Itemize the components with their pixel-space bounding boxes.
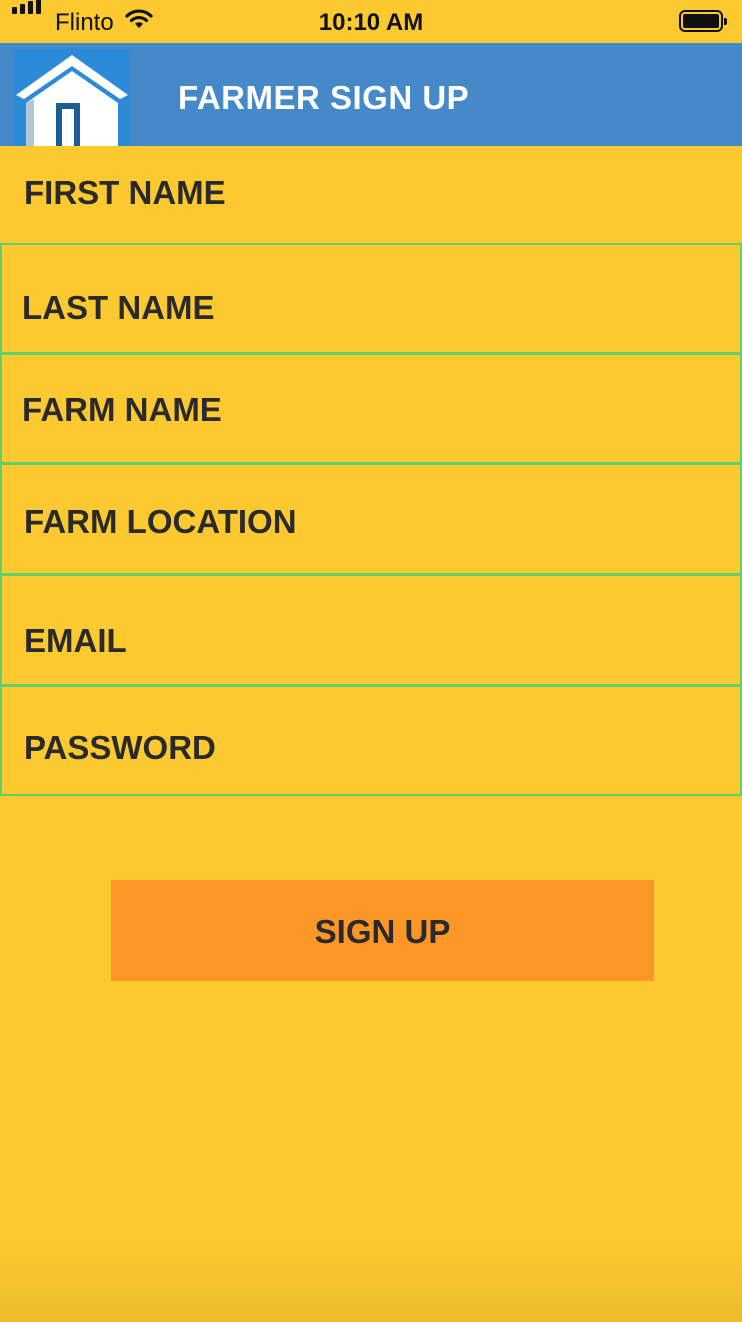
page-title: FARMER SIGN UP — [178, 79, 470, 116]
farm-location-label: FARM LOCATION — [24, 503, 297, 540]
last-name-field[interactable]: LAST NAME — [0, 243, 742, 354]
status-bar: Flinto 10:10 AM — [0, 0, 742, 43]
password-label: PASSWORD — [24, 729, 216, 766]
farm-name-label: FARM NAME — [22, 391, 222, 428]
sign-up-button-label: SIGN UP — [314, 913, 451, 950]
first-name-label: FIRST NAME — [24, 174, 226, 211]
home-icon[interactable] — [14, 49, 130, 146]
clock: 10:10 AM — [318, 9, 424, 36]
first-name-field[interactable]: FIRST NAME — [0, 146, 742, 243]
password-field[interactable]: PASSWORD — [0, 685, 742, 796]
farm-name-field[interactable]: FARM NAME — [0, 353, 742, 464]
app-header: FARMER SIGN UP — [0, 43, 742, 146]
email-label: EMAIL — [24, 622, 127, 659]
farm-location-field[interactable]: FARM LOCATION — [0, 463, 742, 575]
sign-up-button[interactable]: SIGN UP — [111, 880, 654, 981]
last-name-label: LAST NAME — [22, 289, 215, 326]
battery-icon — [679, 10, 727, 32]
bottom-shade — [0, 1230, 742, 1322]
email-field[interactable]: EMAIL — [0, 574, 742, 686]
